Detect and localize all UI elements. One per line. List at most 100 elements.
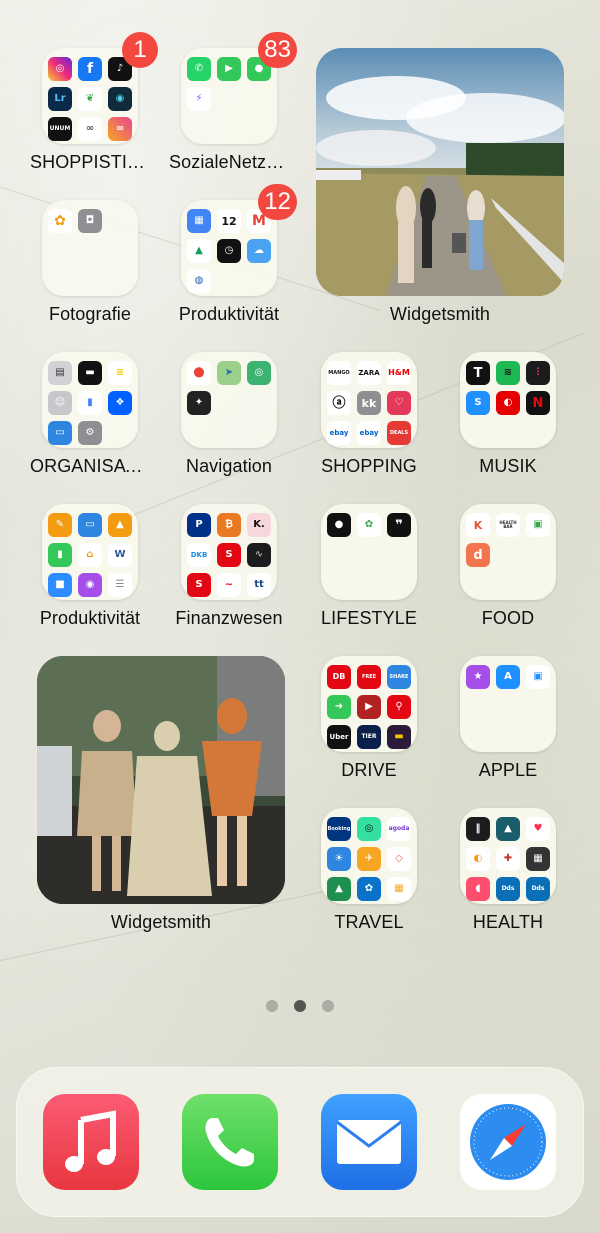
snapseed-icon: ❦ <box>78 87 102 111</box>
folder-health[interactable]: ‖ ▲ ♥ ◐ ✚ ▦ ◖ Dds Dds HEALTH <box>448 808 568 933</box>
notes-icon: ≡ <box>108 361 132 385</box>
folder-organisation[interactable]: ▤ ▬ ≡ ☺ ▮ ❖ ▭ ⚙ ORGANISATION <box>30 352 150 477</box>
folder-soziale-netzwerke[interactable]: ✆ ▶ ● ⚡ 83 SozialeNetzwe... <box>169 32 297 173</box>
whatsapp-icon: ✆ <box>187 57 211 81</box>
notification-badge: 1 <box>122 32 158 68</box>
photo-widget-image <box>37 656 285 904</box>
compass-icon: ✦ <box>187 391 211 415</box>
folder-produktivitaet-2[interactable]: ✎ ▭ ▲ ▮ ⌂ W ■ ◉ ☰ Produktivität <box>30 504 150 629</box>
folder-lifestyle[interactable]: ● ✿ ❞ LIFESTYLE <box>309 504 429 629</box>
vpn-icon: ◍ <box>187 269 211 293</box>
lightroom-icon: Lr <box>48 87 72 111</box>
scooter-icon: ▬ <box>387 725 411 749</box>
camera-app-icon: ◉ <box>108 87 132 111</box>
amazon-icon: ⓐ <box>327 391 351 415</box>
agoda-icon: agoda <box>387 817 411 841</box>
deals-icon: DEALS <box>387 421 411 445</box>
folder-icon: ▦ 12 M ▲ ◷ ☁ ◍ 12 <box>181 184 297 296</box>
folder-produktivitaet-1[interactable]: ▦ 12 M ▲ ◷ ☁ ◍ 12 Produktivität <box>169 184 297 325</box>
notification-badge: 12 <box>258 184 297 220</box>
folder-shopping[interactable]: MANGO ZARA H&M ⓐ kk ♡ ebay ebay DEALS SH… <box>309 352 429 477</box>
voice-memos-icon: ⫶ <box>526 361 550 385</box>
folder-food[interactable]: K HEALTH BAR ▣ d FOOD <box>448 504 568 629</box>
folder-shoppistica[interactable]: ◎ f ♪ Lr ❦ ◉ UNUM ∞ ∞ 1 SHOPPISTICA... <box>30 32 158 173</box>
translator-icon: ✿ <box>357 877 381 901</box>
moon-icon: ● <box>327 513 351 537</box>
widgetsmith-widget-bottom[interactable]: Widgetsmith <box>37 656 285 933</box>
google-calendar-icon: ▦ <box>187 209 211 233</box>
itunes-store-icon: ★ <box>466 665 490 689</box>
google-docs-icon: ▮ <box>78 391 102 415</box>
phone-icon[interactable] <box>182 1094 278 1190</box>
heart-shop-icon: ♡ <box>387 391 411 415</box>
bike-icon: ⚲ <box>387 695 411 719</box>
finance-icon: ₿ <box>217 513 241 537</box>
folder-drive[interactable]: DB FREE SHARE ➜ ▶ ⚲ Uber TIER ▬ DRIVE <box>309 656 429 781</box>
ebay-kleinanzeigen-icon: ebay <box>357 421 381 445</box>
folder-icon: ✆ ▶ ● ⚡ 83 <box>181 32 297 144</box>
files-icon: ▭ <box>48 421 72 445</box>
folder-icon: DB FREE SHARE ➜ ▶ ⚲ Uber TIER ▬ <box>321 656 417 752</box>
folder-icon: ◎ f ♪ Lr ❦ ◉ UNUM ∞ ∞ 1 <box>42 32 158 144</box>
widget-label: Widgetsmith <box>110 912 212 932</box>
music-icon[interactable] <box>43 1094 139 1190</box>
folder-navigation[interactable]: ⬤ ➤ ◎ ✦ Navigation <box>169 352 289 477</box>
dock <box>16 1067 584 1217</box>
folder-travel[interactable]: Booking ◎ agoda ☀ ✈ ◇ ▲ ✿ ▦ TRAVEL <box>309 808 429 933</box>
apple-store-icon: ▣ <box>526 665 550 689</box>
unum-icon: UNUM <box>48 117 72 141</box>
google-maps-icon: ⬤ <box>187 361 211 385</box>
word-icon: W <box>108 543 132 567</box>
home-icon: ⌂ <box>78 543 102 567</box>
video-editor-icon: ∞ <box>108 117 132 141</box>
clock-icon: ◷ <box>217 239 241 263</box>
mail-icon[interactable] <box>321 1094 417 1190</box>
t-app-icon: T <box>466 361 490 385</box>
folder-label: Fotografie <box>48 304 132 324</box>
netflix-icon: N <box>526 391 550 415</box>
folder-icon: MANGO ZARA H&M ⓐ kk ♡ ebay ebay DEALS <box>321 352 417 448</box>
zara-icon: ZARA <box>357 361 381 385</box>
folder-apple[interactable]: ★ A ▣ APPLE <box>448 656 568 781</box>
hm-icon: H&M <box>387 361 411 385</box>
folder-label: Produktivität <box>178 304 280 324</box>
klarna-icon: K. <box>247 513 271 537</box>
notification-badge: 83 <box>258 32 297 68</box>
free-now-icon: FREE <box>357 665 381 689</box>
quotes-icon: ❞ <box>387 513 411 537</box>
scale-icon: ▦ <box>526 847 550 871</box>
page-dot[interactable] <box>322 1000 334 1012</box>
folder-fotografie[interactable]: ✿ ◘ Fotografie <box>30 200 150 325</box>
reminders-icon: ☰ <box>108 573 132 597</box>
widgetsmith-widget-top[interactable]: Widgetsmith <box>316 48 564 325</box>
dds-app-icon: Dds <box>526 877 550 901</box>
dds-icon: Dds <box>496 877 520 901</box>
stocks-icon: ∿ <box>247 543 271 567</box>
page-dot-current[interactable] <box>294 1000 306 1012</box>
folder-finanzwesen[interactable]: P ₿ K. DKB S ∿ S ~ tt Finanzwesen <box>169 504 289 629</box>
folder-label: HEALTH <box>472 912 544 932</box>
grocery-icon: ▣ <box>526 513 550 537</box>
medical-cross-icon: ✚ <box>496 847 520 871</box>
mango-icon: MANGO <box>327 361 351 385</box>
sparkasse-icon: S <box>217 543 241 567</box>
dropbox-icon: ❖ <box>108 391 132 415</box>
google-drive-icon: ▲ <box>187 239 211 263</box>
widget-label: Widgetsmith <box>389 304 491 324</box>
komoot-icon: ▲ <box>327 877 351 901</box>
numbers-icon: ▮ <box>48 543 72 567</box>
folder-icon: ● ✿ ❞ <box>321 504 417 600</box>
spotify-icon: ≋ <box>496 361 520 385</box>
dkb-icon: DKB <box>187 543 211 567</box>
safari-icon[interactable] <box>460 1094 556 1190</box>
page-dot[interactable] <box>266 1000 278 1012</box>
folder-icon: ✎ ▭ ▲ ▮ ⌂ W ■ ◉ ☰ <box>42 504 138 600</box>
messenger-icon: ⚡ <box>187 87 211 111</box>
folder-label: ORGANISATION <box>30 456 150 476</box>
page-indicator[interactable] <box>0 1000 600 1012</box>
pushtan-icon: ~ <box>217 573 241 597</box>
folder-musik[interactable]: T ≋ ⫶ S ◐ N MUSIK <box>448 352 568 477</box>
photos-icon: ✿ <box>48 209 72 233</box>
shazam-icon: S <box>466 391 490 415</box>
kk-icon: kk <box>357 391 381 415</box>
